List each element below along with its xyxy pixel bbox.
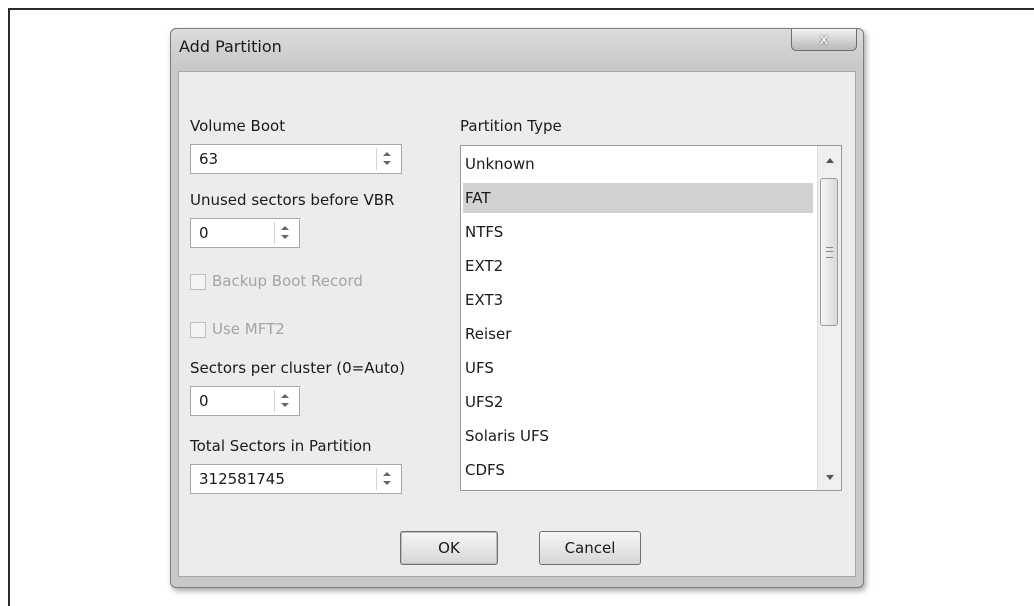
volume-boot-value: 63 — [199, 150, 219, 168]
list-item-label: FAT — [465, 189, 491, 207]
list-item[interactable]: Reiser — [463, 319, 813, 349]
list-item-label: UFS2 — [465, 393, 504, 411]
checkbox-box[interactable] — [190, 322, 206, 338]
backup-boot-record-checkbox[interactable]: Backup Boot Record — [190, 272, 400, 294]
close-button[interactable]: x — [791, 29, 857, 51]
partition-type-listbox[interactable]: Unknown FAT NTFS EXT2 EXT3 Reiser UFS UFS2 Solar… — [460, 145, 842, 491]
total-sectors-spinner[interactable]: 312581745 — [190, 464, 402, 494]
unused-sectors-value: 0 — [199, 224, 209, 242]
list-item-label: Solaris UFS — [465, 427, 549, 445]
unused-sectors-label: Unused sectors before VBR — [190, 191, 395, 209]
volume-boot-arrows[interactable] — [376, 148, 397, 170]
scroll-down-icon[interactable] — [826, 475, 834, 480]
volume-boot-spinner[interactable]: 63 — [190, 144, 402, 174]
total-sectors-label: Total Sectors in Partition — [190, 437, 372, 455]
use-mft2-checkbox[interactable]: Use MFT2 — [190, 320, 330, 342]
list-item-label: EXT3 — [465, 291, 504, 309]
list-item-label: NTFS — [465, 223, 504, 241]
list-item-label: CDFS — [465, 461, 505, 479]
add-partition-dialog: Add Partition x Volume Boot 63 Unused se… — [170, 28, 864, 588]
chevron-up-icon[interactable] — [281, 394, 289, 398]
scrollbar-thumb[interactable] — [820, 178, 838, 326]
cancel-button[interactable]: Cancel — [539, 531, 641, 565]
list-item[interactable]: FAT — [463, 183, 813, 213]
total-sectors-arrows[interactable] — [376, 468, 397, 490]
unused-sectors-spinner[interactable]: 0 — [190, 218, 300, 248]
use-mft2-label: Use MFT2 — [212, 320, 285, 338]
chevron-down-icon[interactable] — [383, 161, 391, 165]
page-border-top — [8, 8, 1034, 10]
volume-boot-label: Volume Boot — [190, 117, 286, 135]
backup-boot-record-label: Backup Boot Record — [212, 272, 363, 290]
unused-sectors-arrows[interactable] — [274, 222, 295, 244]
list-item-label: Unknown — [465, 155, 535, 173]
chevron-up-icon[interactable] — [281, 226, 289, 230]
chevron-down-icon[interactable] — [281, 235, 289, 239]
chevron-up-icon[interactable] — [383, 152, 391, 156]
total-sectors-value: 312581745 — [199, 470, 285, 488]
list-item[interactable]: CDFS — [463, 455, 813, 485]
list-item-label: EXT2 — [465, 257, 504, 275]
list-item-label: UFS — [465, 359, 494, 377]
chevron-up-icon[interactable] — [383, 472, 391, 476]
listbox-scrollbar[interactable] — [817, 146, 841, 490]
ok-button[interactable]: OK — [400, 531, 498, 565]
page-border-left — [8, 8, 10, 606]
list-item-label: Reiser — [465, 325, 512, 343]
list-item[interactable]: NTFS — [463, 217, 813, 247]
list-item[interactable]: UFS2 — [463, 387, 813, 417]
sectors-per-cluster-arrows[interactable] — [274, 390, 295, 412]
dialog-titlebar[interactable]: Add Partition x — [171, 29, 863, 67]
sectors-per-cluster-label: Sectors per cluster (0=Auto) — [190, 359, 405, 377]
close-icon: x — [819, 30, 829, 48]
list-item[interactable]: UFS — [463, 353, 813, 383]
dialog-body: Volume Boot 63 Unused sectors before VBR… — [178, 71, 856, 577]
chevron-down-icon[interactable] — [281, 403, 289, 407]
list-item[interactable]: Solaris UFS — [463, 421, 813, 451]
sectors-per-cluster-value: 0 — [199, 392, 209, 410]
list-item[interactable]: EXT3 — [463, 285, 813, 315]
list-item[interactable]: EXT2 — [463, 251, 813, 281]
dialog-title: Add Partition — [179, 37, 282, 56]
grip-icon — [826, 247, 833, 258]
scroll-up-icon[interactable] — [826, 158, 834, 163]
sectors-per-cluster-spinner[interactable]: 0 — [190, 386, 300, 416]
partition-type-label: Partition Type — [460, 117, 562, 135]
chevron-down-icon[interactable] — [383, 481, 391, 485]
checkbox-box[interactable] — [190, 274, 206, 290]
list-item[interactable]: Unknown — [463, 149, 813, 179]
